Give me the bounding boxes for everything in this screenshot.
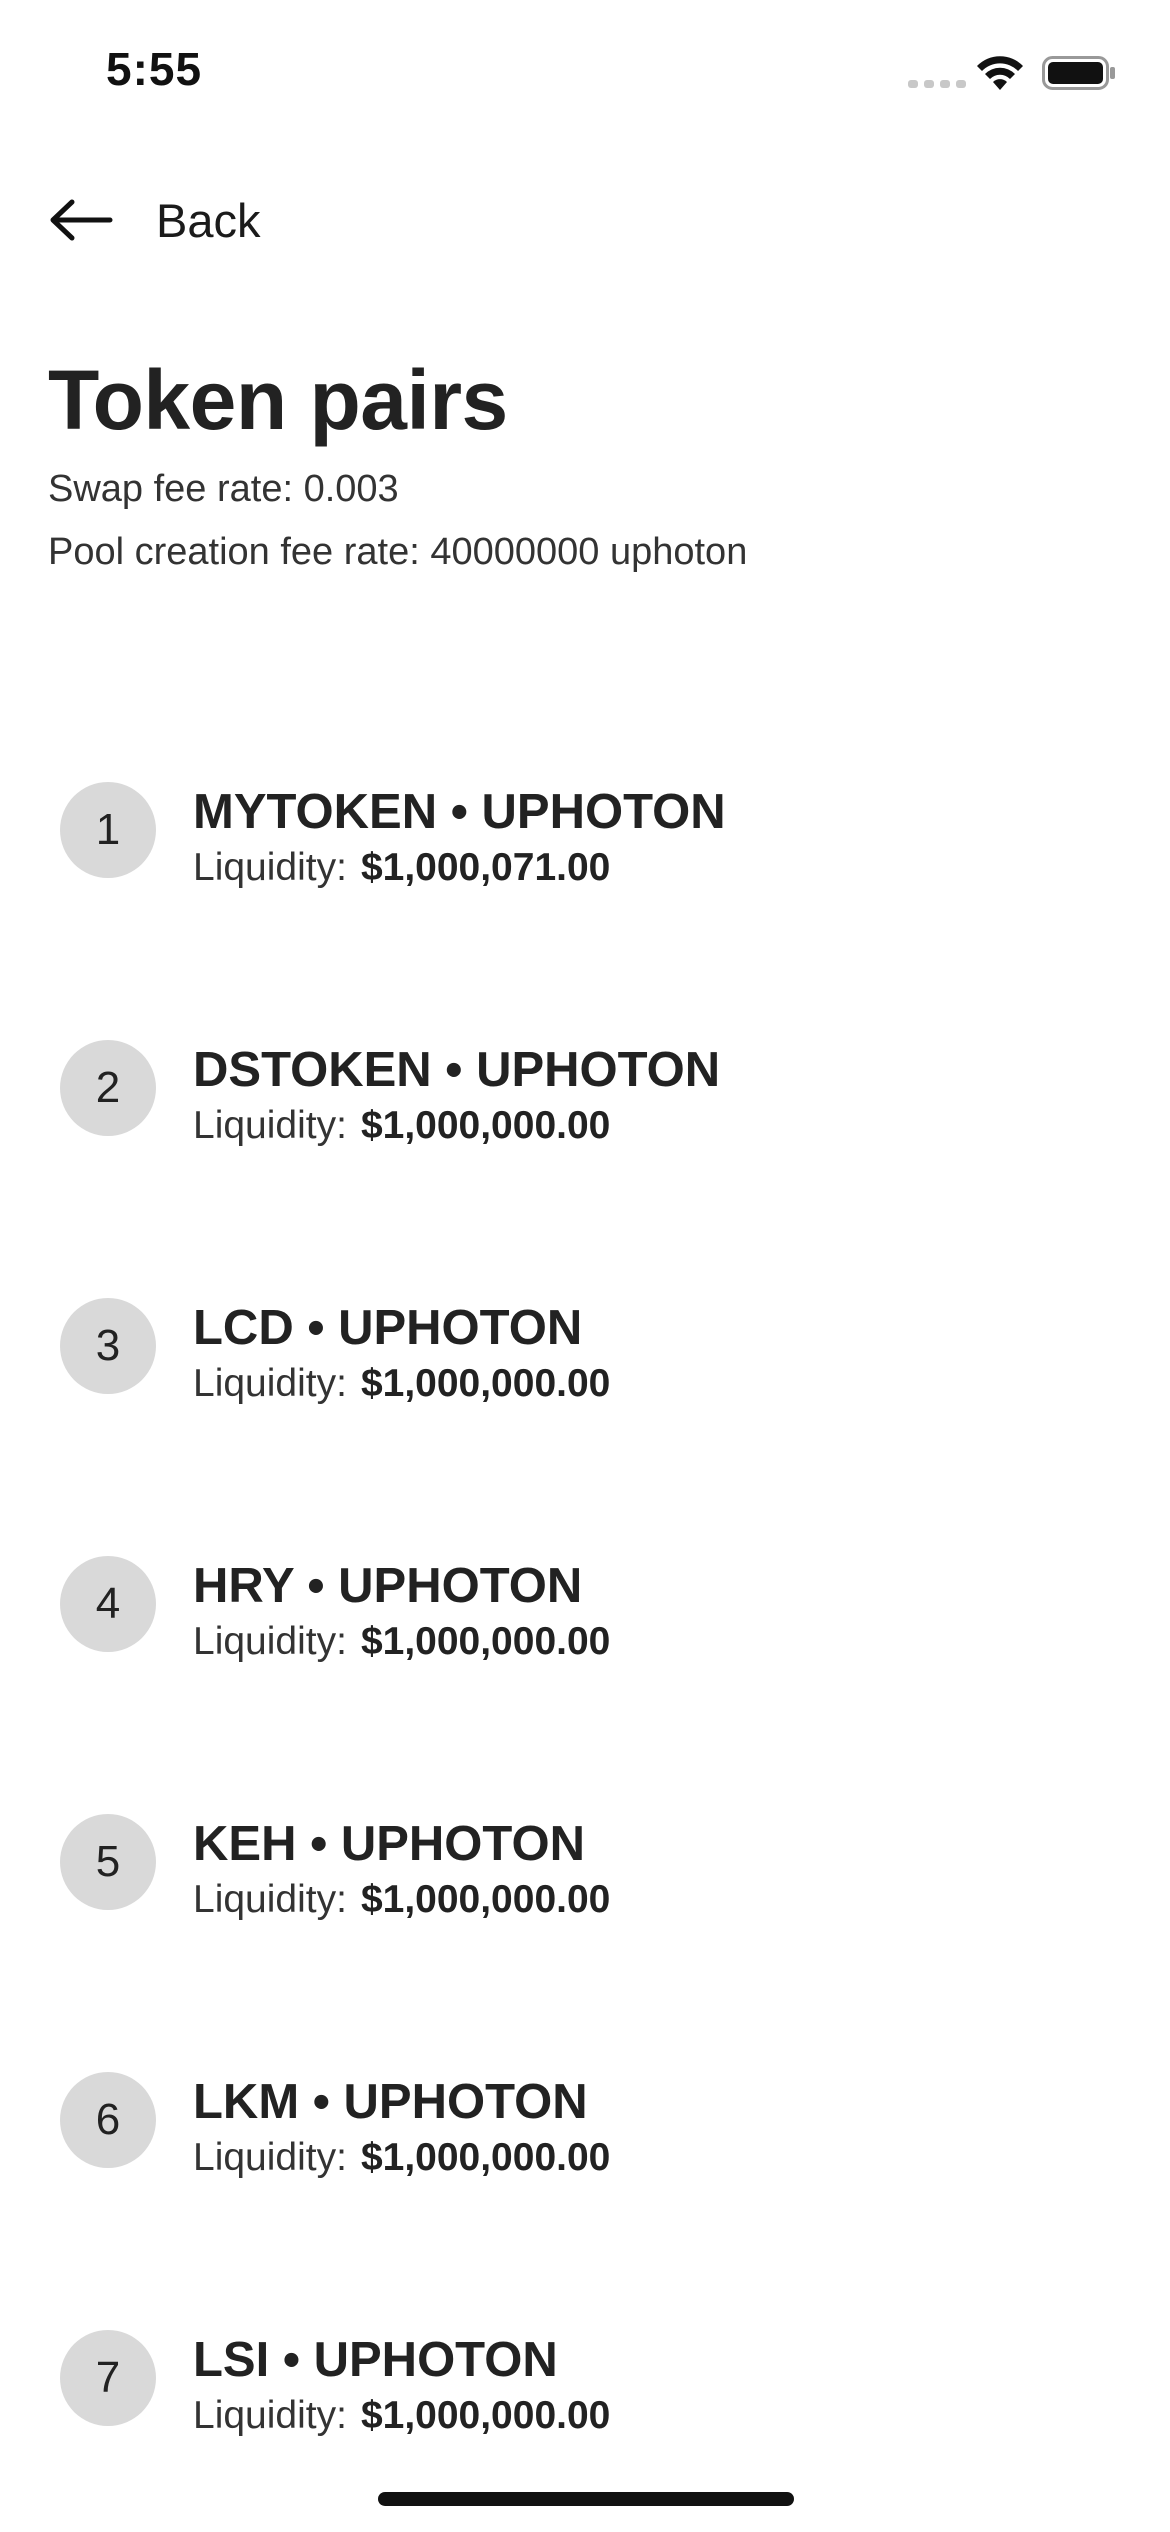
pair-name: DSTOKEN • UPHOTON xyxy=(193,1043,721,1097)
liquidity-value: $1,000,000.00 xyxy=(360,2394,611,2437)
liquidity-value: $1,000,000.00 xyxy=(360,2136,611,2179)
liquidity-value: $1,000,000.00 xyxy=(360,1362,611,1405)
back-label: Back xyxy=(156,193,261,247)
arrow-left-icon xyxy=(50,199,113,241)
pair-item-dstoken-uphoton[interactable]: 2 DSTOKEN • UPHOTON Liquidity: $1,000,00… xyxy=(0,1018,1170,1218)
pair-index-badge: 6 xyxy=(60,2072,156,2168)
pair-item-keh-uphoton[interactable]: 5 KEH • UPHOTON Liquidity: $1,000,000.00 xyxy=(0,1792,1170,1992)
pair-index-badge: 2 xyxy=(60,1040,156,1136)
pair-liquidity: Liquidity: $1,000,000.00 xyxy=(193,1104,610,1148)
pair-item-lsi-uphoton[interactable]: 7 LSI • UPHOTON Liquidity: $1,000,000.00 xyxy=(0,2308,1170,2508)
pair-index-badge: 5 xyxy=(60,1814,156,1910)
status-bar: 5:55 xyxy=(0,0,1170,150)
back-button[interactable]: Back xyxy=(48,190,261,250)
liquidity-label: Liquidity: xyxy=(193,1362,347,1405)
pair-item-mytoken-uphoton[interactable]: 1 MYTOKEN • UPHOTON Liquidity: $1,000,07… xyxy=(0,760,1170,960)
pair-name: LCD • UPHOTON xyxy=(193,1301,583,1355)
cellular-signal-icon xyxy=(908,80,966,88)
liquidity-value: $1,000,000.00 xyxy=(360,1620,611,1663)
liquidity-label: Liquidity: xyxy=(193,1878,347,1921)
liquidity-value: $1,000,071.00 xyxy=(360,846,611,889)
liquidity-label: Liquidity: xyxy=(193,1104,347,1147)
liquidity-value: $1,000,000.00 xyxy=(360,1878,611,1921)
pair-index-badge: 1 xyxy=(60,782,156,878)
pair-index-badge: 3 xyxy=(60,1298,156,1394)
pair-name: HRY • UPHOTON xyxy=(193,1559,583,1613)
swap-fee-rate: Swap fee rate: 0.003 xyxy=(48,468,399,510)
pair-name: LKM • UPHOTON xyxy=(193,2075,588,2129)
page-title: Token pairs xyxy=(48,353,508,447)
pair-item-lkm-uphoton[interactable]: 6 LKM • UPHOTON Liquidity: $1,000,000.00 xyxy=(0,2050,1170,2250)
wifi-icon xyxy=(977,56,1023,90)
pair-index-badge: 7 xyxy=(60,2330,156,2426)
pair-liquidity: Liquidity: $1,000,000.00 xyxy=(193,2394,610,2438)
pool-creation-fee-rate: Pool creation fee rate: 40000000 uphoton xyxy=(48,531,748,573)
status-time: 5:55 xyxy=(106,43,203,95)
pair-name: MYTOKEN • UPHOTON xyxy=(193,785,726,839)
pair-liquidity: Liquidity: $1,000,000.00 xyxy=(193,1878,610,1922)
pair-liquidity: Liquidity: $1,000,071.00 xyxy=(193,846,610,890)
pair-item-lcd-uphoton[interactable]: 3 LCD • UPHOTON Liquidity: $1,000,000.00 xyxy=(0,1276,1170,1476)
liquidity-value: $1,000,000.00 xyxy=(360,1104,611,1147)
pair-liquidity: Liquidity: $1,000,000.00 xyxy=(193,1620,610,1664)
pair-liquidity: Liquidity: $1,000,000.00 xyxy=(193,2136,610,2180)
pair-name: LSI • UPHOTON xyxy=(193,2333,558,2387)
liquidity-label: Liquidity: xyxy=(193,2136,347,2179)
liquidity-label: Liquidity: xyxy=(193,2394,347,2437)
battery-icon xyxy=(1042,56,1115,90)
pair-item-hry-uphoton[interactable]: 4 HRY • UPHOTON Liquidity: $1,000,000.00 xyxy=(0,1534,1170,1734)
pair-index-badge: 4 xyxy=(60,1556,156,1652)
pair-name: KEH • UPHOTON xyxy=(193,1817,585,1871)
liquidity-label: Liquidity: xyxy=(193,1620,347,1663)
pair-liquidity: Liquidity: $1,000,000.00 xyxy=(193,1362,610,1406)
home-indicator[interactable] xyxy=(378,2492,794,2506)
liquidity-label: Liquidity: xyxy=(193,846,347,889)
